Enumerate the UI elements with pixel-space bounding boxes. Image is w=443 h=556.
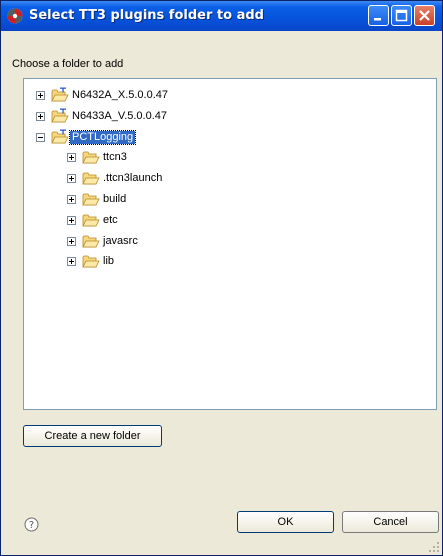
tree-item[interactable]: javasrc — [24, 233, 434, 251]
maximize-icon — [395, 9, 408, 22]
tree-item[interactable]: .ttcn3launch — [24, 170, 434, 188]
tree-item-label: N6433A_V.5.0.0.47 — [72, 109, 168, 122]
folder-icon — [82, 170, 100, 186]
expand-toggle-icon[interactable] — [67, 195, 76, 204]
ok-button[interactable]: OK — [237, 511, 334, 533]
tree-item-label: ttcn3 — [103, 151, 127, 164]
expand-toggle-icon[interactable] — [67, 257, 76, 267]
project-folder-icon — [51, 108, 69, 124]
folder-tree[interactable]: N6432A_X.5.0.0.47 N6433A_V.5.0.0.47 PCTLog… — [23, 78, 437, 410]
folder-icon — [82, 253, 100, 269]
collapse-toggle-icon[interactable] — [36, 132, 45, 142]
dialog-window: Select TT3 plugins folder to add Choose … — [0, 0, 443, 556]
minimize-icon — [374, 18, 381, 21]
tree-item-label: lib — [103, 255, 115, 268]
eclipse-app-icon — [7, 8, 23, 24]
dialog-title: Select TT3 plugins folder to add — [29, 8, 264, 23]
folder-icon — [82, 212, 100, 228]
resize-grip-icon[interactable] — [428, 541, 440, 553]
folder-icon — [82, 149, 100, 165]
maximize-button[interactable] — [391, 5, 412, 26]
minimize-button[interactable] — [368, 5, 389, 26]
expand-toggle-icon[interactable] — [67, 174, 76, 184]
tree-item[interactable]: ttcn3 — [24, 149, 434, 167]
tree-item[interactable]: N6432A_X.5.0.0.47 — [24, 87, 434, 105]
tree-item-label: build — [103, 193, 127, 205]
svg-text:?: ? — [29, 520, 34, 531]
expand-toggle-icon[interactable] — [36, 91, 45, 100]
folder-icon — [82, 233, 100, 249]
tree-item-label: etc — [103, 213, 118, 226]
project-folder-icon — [51, 87, 69, 103]
tree-item[interactable]: lib — [24, 253, 434, 271]
tree-item-label: javasrc — [103, 234, 138, 247]
expand-toggle-icon[interactable] — [36, 111, 45, 121]
expand-toggle-icon[interactable] — [67, 236, 76, 246]
title-bar[interactable]: Select TT3 plugins folder to add — [1, 1, 442, 31]
tree-item-label: .ttcn3launch — [103, 172, 163, 185]
create-folder-button[interactable]: Create a new folder — [23, 425, 162, 447]
tree-item-label: PCTLogging — [68, 129, 137, 145]
prompt-label: Choose a folder to add — [12, 58, 124, 70]
close-button[interactable] — [414, 5, 435, 26]
tree-item[interactable]: etc — [24, 212, 434, 230]
help-icon[interactable]: ? — [24, 517, 39, 532]
expand-toggle-icon[interactable] — [67, 215, 76, 225]
tree-item-label: N6432A_X.5.0.0.47 — [72, 89, 169, 101]
tree-item[interactable]: N6433A_V.5.0.0.47 — [24, 108, 434, 126]
cancel-button[interactable]: Cancel — [342, 511, 439, 533]
expand-toggle-icon[interactable] — [67, 153, 76, 163]
tree-item[interactable]: PCTLogging — [24, 129, 434, 147]
close-icon — [419, 10, 430, 21]
project-folder-icon — [51, 129, 69, 145]
folder-icon — [82, 191, 100, 207]
tree-item[interactable]: build — [24, 191, 434, 209]
